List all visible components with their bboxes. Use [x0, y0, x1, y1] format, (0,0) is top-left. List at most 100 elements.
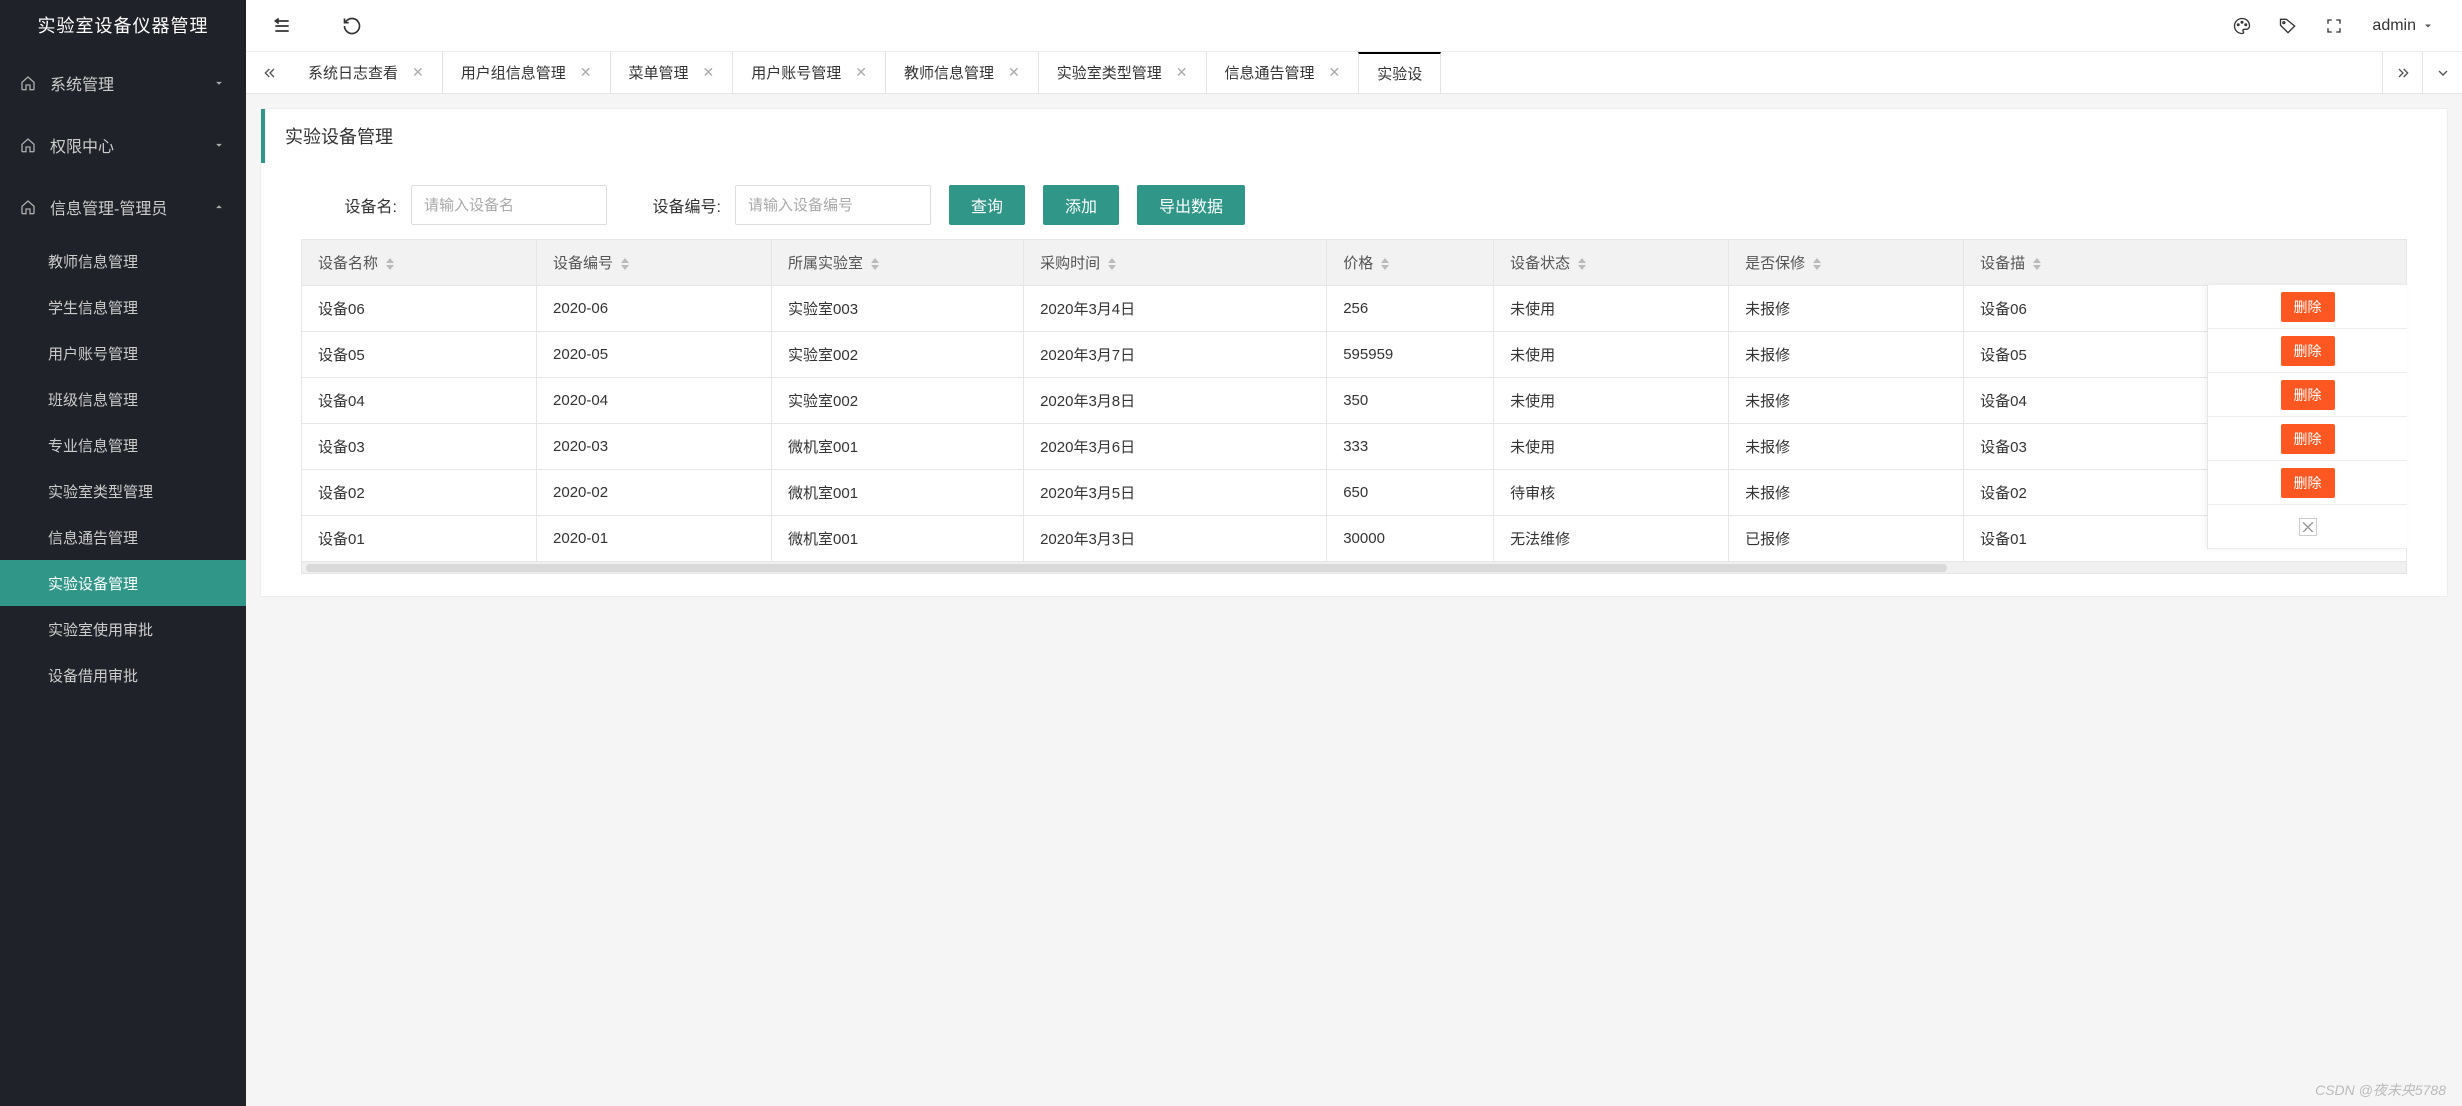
sidebar-item[interactable]: 学生信息管理 — [0, 284, 246, 330]
refresh-button[interactable] — [332, 6, 372, 46]
table-cell: 2020-04 — [537, 378, 772, 424]
user-menu[interactable]: admin — [2360, 17, 2446, 35]
tab[interactable]: 系统日志查看✕ — [290, 52, 443, 93]
table-cell: 未报修 — [1729, 286, 1964, 332]
tabs-scroll-right[interactable] — [2382, 52, 2422, 93]
delete-button[interactable]: 删除 — [2281, 424, 2335, 454]
tab[interactable]: 用户组信息管理✕ — [442, 52, 611, 93]
collapse-sidebar-button[interactable] — [262, 6, 302, 46]
table-cell: 未使用 — [1494, 332, 1729, 378]
sidebar-item[interactable]: 实验设备管理 — [0, 560, 246, 606]
sidebar-item[interactable]: 设备借用审批 — [0, 652, 246, 698]
sort-icon[interactable] — [1578, 258, 1586, 270]
table-cell: 设备04 — [302, 378, 537, 424]
sidebar-group-info[interactable]: 信息管理-管理员 — [0, 176, 246, 238]
table-cell: 设备06 — [302, 286, 537, 332]
add-button[interactable]: 添加 — [1043, 185, 1119, 225]
sidebar-group-system[interactable]: 系统管理 — [0, 52, 246, 114]
double-chevron-left-icon — [262, 65, 278, 81]
delete-button[interactable]: 删除 — [2281, 468, 2335, 498]
note-button[interactable] — [2268, 6, 2308, 46]
tab[interactable]: 实验设 — [1358, 52, 1441, 93]
table-cell: 微机室001 — [772, 424, 1024, 470]
user-name: admin — [2372, 17, 2416, 35]
table-horizontal-scrollbar[interactable] — [301, 562, 2407, 574]
sort-icon[interactable] — [1813, 258, 1821, 270]
table-row: 设备042020-04实验室0022020年3月8日350未使用未报修设备04 — [302, 378, 2407, 424]
sidebar-item[interactable]: 实验室类型管理 — [0, 468, 246, 514]
delete-button[interactable]: 删除 — [2281, 336, 2335, 366]
fixed-cell — [2208, 505, 2407, 549]
device-code-input[interactable] — [735, 185, 931, 225]
column-label: 设备名称 — [318, 255, 378, 272]
table-cell: 2020-02 — [537, 470, 772, 516]
column-header[interactable]: 是否保修 — [1729, 240, 1964, 286]
tab-close-icon[interactable]: ✕ — [855, 64, 867, 81]
tab[interactable]: 教师信息管理✕ — [885, 52, 1039, 93]
column-header[interactable]: 设备编号 — [537, 240, 772, 286]
query-button[interactable]: 查询 — [949, 185, 1025, 225]
sort-icon[interactable] — [386, 258, 394, 270]
column-header[interactable]: 采购时间 — [1024, 240, 1327, 286]
page-title: 实验设备管理 — [261, 109, 2447, 163]
table-row: 设备032020-03微机室0012020年3月6日333未使用未报修设备03 — [302, 424, 2407, 470]
column-header[interactable]: 设备名称 — [302, 240, 537, 286]
sort-icon[interactable] — [1108, 258, 1116, 270]
sort-icon[interactable] — [1381, 258, 1389, 270]
tabs: 系统日志查看✕用户组信息管理✕菜单管理✕用户账号管理✕教师信息管理✕实验室类型管… — [246, 52, 2462, 94]
sidebar-nav: 系统管理 权限中心 信息管理-管理员 教师信息管理学生信息管理用户账号管理班级信… — [0, 52, 246, 1106]
tab-label: 菜单管理 — [629, 62, 689, 83]
delete-button[interactable]: 删除 — [2281, 292, 2335, 322]
table-cell: 未报修 — [1729, 470, 1964, 516]
menu-fold-icon — [272, 16, 292, 36]
table-cell: 实验室002 — [772, 378, 1024, 424]
refresh-icon — [342, 16, 362, 36]
fullscreen-button[interactable] — [2314, 6, 2354, 46]
tab[interactable]: 菜单管理 ✕ — [610, 52, 734, 93]
sidebar-item[interactable]: 信息通告管理 — [0, 514, 246, 560]
expand-icon — [2325, 17, 2343, 35]
tab-close-icon[interactable]: ✕ — [580, 64, 592, 81]
tab-close-icon[interactable]: ✕ — [1329, 64, 1341, 81]
tab[interactable]: 信息通告管理✕ — [1206, 52, 1360, 93]
fixed-cell: 删除 — [2208, 461, 2407, 505]
delete-button[interactable]: 删除 — [2281, 380, 2335, 410]
sidebar-item[interactable]: 实验室使用审批 — [0, 606, 246, 652]
sidebar-item[interactable]: 用户账号管理 — [0, 330, 246, 376]
tab-close-icon[interactable]: ✕ — [703, 64, 715, 81]
theme-button[interactable] — [2222, 6, 2262, 46]
tab-label: 实验设 — [1377, 63, 1422, 84]
tabs-scroll-left[interactable] — [250, 52, 290, 93]
sort-icon[interactable] — [2033, 258, 2041, 270]
table-cell: 微机室001 — [772, 516, 1024, 562]
column-header[interactable]: 价格 — [1327, 240, 1494, 286]
column-label: 价格 — [1343, 255, 1373, 272]
home-icon — [20, 75, 36, 91]
sidebar-item[interactable]: 班级信息管理 — [0, 376, 246, 422]
sidebar-item[interactable]: 专业信息管理 — [0, 422, 246, 468]
sidebar-item[interactable]: 教师信息管理 — [0, 238, 246, 284]
column-label: 设备编号 — [553, 255, 613, 272]
sidebar-group-perm[interactable]: 权限中心 — [0, 114, 246, 176]
tab-close-icon[interactable]: ✕ — [412, 64, 424, 81]
tab[interactable]: 实验室类型管理✕ — [1038, 52, 1207, 93]
table-cell: 已报修 — [1729, 516, 1964, 562]
export-button[interactable]: 导出数据 — [1137, 185, 1245, 225]
sort-icon[interactable] — [621, 258, 629, 270]
tab[interactable]: 用户账号管理✕ — [732, 52, 886, 93]
tab-close-icon[interactable]: ✕ — [1176, 64, 1188, 81]
table-cell: 30000 — [1327, 516, 1494, 562]
device-name-input[interactable] — [411, 185, 607, 225]
tab-close-icon[interactable]: ✕ — [1008, 64, 1020, 81]
sort-icon[interactable] — [871, 258, 879, 270]
table-cell: 实验室003 — [772, 286, 1024, 332]
page-card: 实验设备管理 设备名: 设备编号: 查询 添加 导出数据 — [260, 108, 2448, 597]
table-cell: 微机室001 — [772, 470, 1024, 516]
column-header[interactable]: 所属实验室 — [772, 240, 1024, 286]
column-header[interactable]: 设备状态 — [1494, 240, 1729, 286]
content: 实验设备管理 设备名: 设备编号: 查询 添加 导出数据 — [246, 94, 2462, 1106]
scrollbar-thumb[interactable] — [306, 564, 1947, 572]
tabs-dropdown[interactable] — [2422, 52, 2462, 93]
table-cell: 设备02 — [302, 470, 537, 516]
column-header[interactable]: 设备描 — [1964, 240, 2407, 286]
